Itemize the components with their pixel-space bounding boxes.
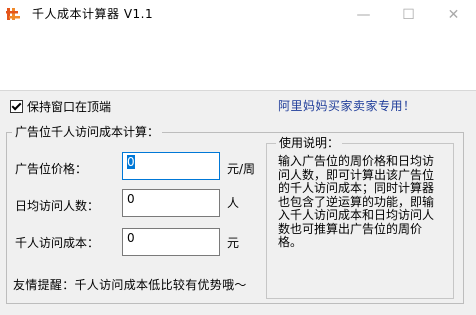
ad-price-value: 0 [127,155,135,169]
ad-price-input[interactable]: 0 [122,152,220,180]
title-bar: 千人成本计算器 V1.1 — ☐ ✕ [0,0,476,30]
calculator-group-title: 广告位千人访问成本计算： [12,123,163,140]
daily-visitors-value: 0 [127,192,135,206]
cpm-input[interactable]: 0 [122,228,220,256]
ad-price-label: 广告位价格： [15,162,88,176]
stay-on-top-checkbox[interactable] [10,100,23,113]
cpm-label: 千人访问成本： [15,236,100,250]
app-icon [6,8,20,20]
cpm-value: 0 [127,231,135,245]
stay-on-top-label: 保持窗口在顶端 [27,100,112,114]
close-button[interactable]: ✕ [431,0,476,30]
close-icon: ✕ [447,7,460,23]
header-divider [0,90,476,91]
daily-visitors-input[interactable]: 0 [122,189,220,217]
window-title: 千人成本计算器 V1.1 [32,7,154,21]
maximize-button[interactable]: ☐ [386,0,431,30]
friendly-tip: 友情提醒：千人访问成本低比较有优势哦～ [13,278,247,292]
stay-on-top-option[interactable]: 保持窗口在顶端 [10,98,111,115]
daily-visitors-unit: 人 [227,196,240,210]
ad-price-unit: 元/周 [227,162,256,176]
usage-title: 使用说明： [276,134,343,151]
maximize-icon: ☐ [402,7,415,23]
minimize-button[interactable]: — [341,0,386,30]
blank-header-area [0,30,476,90]
minimize-icon: — [356,7,371,23]
daily-visitors-label: 日均访问人数： [15,199,100,213]
promo-text: 阿里妈妈买家卖家专用！ [278,99,416,113]
cpm-unit: 元 [227,236,240,250]
usage-text: 输入广告位的周价格和日均访问人数，即可计算出该广告位的千人访问成本；同时计算器也… [278,154,435,249]
